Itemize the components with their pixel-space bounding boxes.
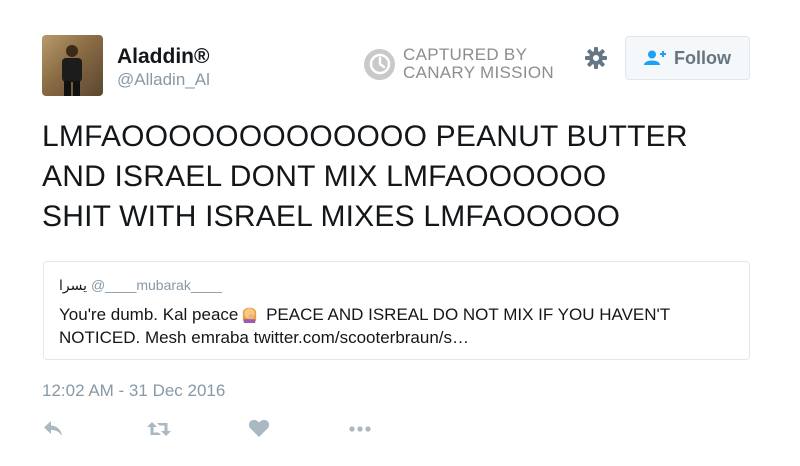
retweet-icon[interactable] <box>146 418 172 442</box>
quoted-tweet-text: You're dumb. Kal peace PEACE AND ISREAL … <box>59 303 739 349</box>
author-avatar[interactable] <box>42 35 103 96</box>
like-icon[interactable] <box>248 418 274 442</box>
author-handle[interactable]: @Alladin_Al <box>117 70 210 90</box>
tweet-text: LMFAOOOOOOOOOOOOO PEANUT BUTTER AND ISRA… <box>42 117 762 237</box>
add-user-icon <box>644 50 666 65</box>
clock-icon <box>364 48 395 80</box>
capture-badge-line2: CANARY MISSION <box>403 63 554 82</box>
gear-icon[interactable] <box>584 46 608 70</box>
author-name[interactable]: Aladdin® <box>117 45 209 69</box>
more-icon[interactable] <box>347 418 373 442</box>
tweet-line: LMFAOOOOOOOOOOOOO PEANUT BUTTER <box>42 120 688 153</box>
follow-button[interactable]: Follow <box>625 36 750 80</box>
quoted-tweet-text-part1: You're dumb. Kal peace <box>59 305 239 324</box>
tweet-line: SHIT WITH ISRAEL MIXES LMFAOOOOO <box>42 200 621 233</box>
capture-badge-line1: CAPTURED BY <box>403 45 528 64</box>
capture-badge: CAPTURED BY CANARY MISSION <box>364 46 554 82</box>
tweet-line: AND ISRAEL DONT MIX LMFAOOOOOO <box>42 160 607 193</box>
tweet-timestamp[interactable]: 12:02 AM - 31 Dec 2016 <box>42 381 225 401</box>
quoted-tweet-author: يسرا @____mubarak____ <box>59 277 222 294</box>
quoted-tweet-handle: @____mubarak____ <box>91 277 222 293</box>
woman-facepalming-emoji-icon <box>243 307 257 323</box>
follow-button-label: Follow <box>674 47 731 68</box>
quoted-tweet[interactable]: يسرا @____mubarak____ You're dumb. Kal pe… <box>43 261 750 360</box>
quoted-tweet-name: يسرا <box>59 277 87 293</box>
reply-icon[interactable] <box>42 418 68 442</box>
user-avatar-icon <box>62 45 82 96</box>
